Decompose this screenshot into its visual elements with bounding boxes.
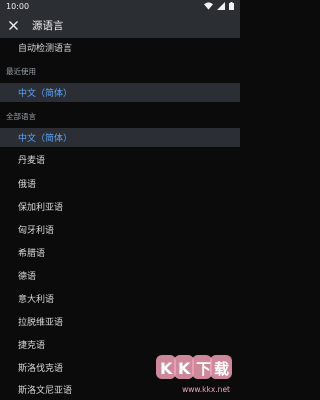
wifi-icon — [204, 2, 213, 10]
language-item[interactable]: 德语 — [0, 266, 240, 285]
language-item-label: 俄语 — [18, 180, 37, 190]
watermark-url: www.kkx.net — [182, 385, 230, 394]
language-item-label: 意大利语 — [18, 295, 55, 305]
page-title: 源语言 — [32, 19, 64, 32]
language-item-label: 捷克语 — [18, 341, 46, 351]
svg-text:载: 载 — [214, 360, 229, 378]
battery-icon — [229, 2, 234, 10]
language-item[interactable]: 希腊语 — [0, 243, 240, 262]
section-header-all: 全部语言 — [0, 109, 240, 123]
close-icon — [8, 20, 18, 30]
language-item-label: 保加利亚语 — [18, 203, 64, 213]
auto-detect-item[interactable]: 自动检测语言 — [0, 38, 240, 57]
language-item[interactable]: 拉脱维亚语 — [0, 312, 240, 331]
language-item-label: 中文（简体） — [18, 134, 73, 144]
language-item-label: 拉脱维亚语 — [18, 318, 64, 328]
language-item-label: 斯洛伐克语 — [18, 364, 64, 374]
svg-text:K: K — [178, 359, 191, 378]
language-item[interactable]: 意大利语 — [0, 289, 240, 308]
signal-icon — [217, 2, 225, 10]
watermark-logo: K K 下 载 — [156, 355, 232, 379]
status-icons — [204, 2, 234, 10]
app-bar: 源语言 — [0, 12, 240, 38]
status-time: 10:00 — [6, 1, 30, 11]
watermark: K K 下 载 www.kkx.net — [152, 352, 236, 394]
language-item[interactable]: 保加利亚语 — [0, 197, 240, 216]
screen: 10:00 源语言 自动检测语言 最近使用 中文（简体） 全部语言 中文（简体）… — [0, 0, 240, 400]
svg-text:下: 下 — [196, 360, 211, 378]
section-title-all: 全部语言 — [6, 111, 36, 121]
recent-item-label: 中文（简体） — [18, 89, 73, 99]
language-item-label: 匈牙利语 — [18, 226, 55, 236]
language-item-label: 斯洛文尼亚语 — [18, 386, 73, 396]
language-item[interactable]: 俄语 — [0, 174, 240, 193]
section-header-recent: 最近使用 — [0, 64, 240, 78]
recent-item[interactable]: 中文（简体） — [0, 83, 240, 102]
language-item-label: 希腊语 — [18, 249, 46, 259]
language-item[interactable]: 中文（简体） — [0, 128, 240, 147]
section-title-recent: 最近使用 — [6, 66, 36, 76]
language-item[interactable]: 匈牙利语 — [0, 220, 240, 239]
language-item-label: 德语 — [18, 272, 37, 282]
language-item-label: 丹麦语 — [18, 156, 46, 166]
language-item[interactable]: 丹麦语 — [0, 150, 240, 169]
status-bar: 10:00 — [0, 0, 240, 12]
svg-text:K: K — [160, 359, 173, 378]
auto-detect-label: 自动检测语言 — [18, 44, 73, 54]
close-button[interactable] — [6, 18, 20, 32]
